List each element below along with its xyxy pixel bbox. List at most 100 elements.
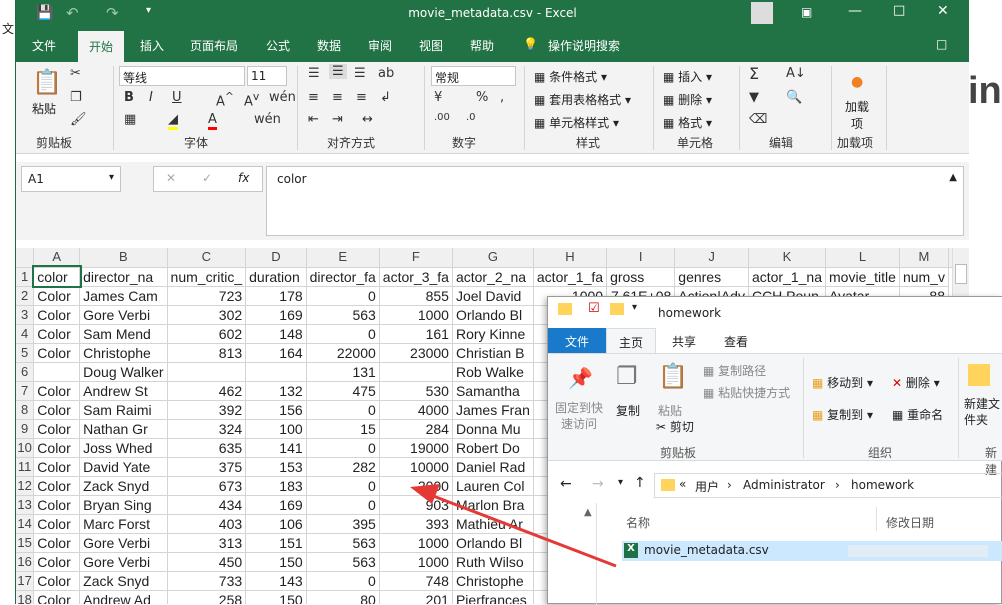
up-icon[interactable]: ↑ bbox=[634, 475, 646, 491]
cell[interactable]: Color bbox=[33, 571, 81, 591]
cell[interactable]: 602 bbox=[167, 324, 247, 344]
row-header[interactable]: 3 bbox=[16, 305, 35, 325]
cell[interactable]: Rory Kinne bbox=[452, 324, 534, 344]
column-header[interactable]: I bbox=[606, 248, 676, 268]
sort-filter-icon[interactable]: A↓ bbox=[786, 66, 806, 81]
cell[interactable]: Daniel Rad bbox=[452, 457, 534, 477]
cell[interactable]: Orlando Bl bbox=[452, 305, 534, 325]
tab-file[interactable]: 文件 bbox=[32, 37, 56, 54]
properties-icon[interactable]: ☑ bbox=[588, 301, 600, 316]
cell[interactable]: 19000 bbox=[379, 438, 453, 458]
cell[interactable]: 201 bbox=[379, 590, 453, 604]
cell[interactable]: 393 bbox=[379, 514, 453, 534]
table-format-button[interactable]: ▦ 套用表格格式 ▾ bbox=[534, 91, 631, 108]
font-color-icon[interactable]: A bbox=[208, 112, 217, 130]
name-box[interactable]: A1 ▾ bbox=[21, 166, 121, 192]
fill-icon[interactable]: ▼ bbox=[749, 90, 759, 105]
cell[interactable]: 151 bbox=[245, 533, 307, 553]
cell[interactable]: genres bbox=[674, 267, 749, 287]
delete-button[interactable]: ✕ 删除 ▾ bbox=[892, 374, 940, 391]
enter-icon[interactable]: ✓ bbox=[202, 171, 212, 185]
breadcrumb-homework[interactable]: homework bbox=[851, 478, 914, 492]
cell[interactable]: Color bbox=[33, 400, 81, 420]
cell[interactable]: 0 bbox=[306, 438, 380, 458]
cell[interactable]: 0 bbox=[306, 571, 380, 591]
cell[interactable]: Pierfrances bbox=[452, 590, 534, 604]
row-header[interactable]: 1 bbox=[16, 267, 35, 287]
phonetic-icon[interactable]: wén bbox=[269, 90, 296, 105]
cell[interactable]: 150 bbox=[245, 552, 307, 572]
cell[interactable]: 153 bbox=[245, 457, 307, 477]
cell[interactable]: Color bbox=[33, 533, 81, 553]
copy-path-button[interactable]: ▦ 复制路径 bbox=[703, 362, 766, 379]
cell[interactable]: 813 bbox=[167, 343, 247, 363]
cell[interactable]: Christophe bbox=[452, 571, 534, 591]
italic-icon[interactable]: I bbox=[149, 90, 153, 105]
row-header[interactable]: 16 bbox=[16, 552, 35, 572]
new-folder-button[interactable]: 新建文件夹 bbox=[964, 396, 1002, 428]
recent-icon[interactable]: ▾ bbox=[618, 477, 623, 488]
cell[interactable]: Marc Forst bbox=[79, 514, 168, 534]
cell[interactable]: Andrew Ad bbox=[79, 590, 168, 604]
cell[interactable]: Zack Snyd bbox=[79, 571, 168, 591]
fill-color-icon[interactable]: ◢ bbox=[168, 112, 178, 130]
cell[interactable]: 313 bbox=[167, 533, 247, 553]
underline-icon[interactable]: U bbox=[172, 90, 182, 105]
cell[interactable]: 132 bbox=[245, 381, 307, 401]
copy-icon[interactable]: ❐ bbox=[616, 362, 638, 390]
tab-formulas[interactable]: 公式 bbox=[266, 37, 290, 54]
copy-icon[interactable]: ❐ bbox=[70, 90, 82, 105]
format-cells-button[interactable]: ▦ 格式 ▾ bbox=[663, 114, 712, 131]
row-header[interactable]: 4 bbox=[16, 324, 35, 344]
breadcrumb-users[interactable]: 用户 bbox=[695, 478, 719, 495]
cell[interactable]: James Cam bbox=[79, 286, 168, 306]
cell[interactable]: Robert Do bbox=[452, 438, 534, 458]
cell[interactable]: 156 bbox=[245, 400, 307, 420]
copy-button[interactable]: 复制 bbox=[616, 402, 640, 419]
cell[interactable]: 395 bbox=[306, 514, 380, 534]
increase-font-icon[interactable]: A^ bbox=[216, 90, 234, 109]
cell-style-button[interactable]: ▦ 单元格样式 ▾ bbox=[534, 114, 619, 131]
maximize-icon[interactable]: □ bbox=[893, 3, 905, 18]
row-header[interactable]: 10 bbox=[16, 438, 35, 458]
cell[interactable]: 22000 bbox=[306, 343, 380, 363]
percent-icon[interactable]: % bbox=[476, 90, 488, 105]
row-header[interactable]: 13 bbox=[16, 495, 35, 515]
decrease-font-icon[interactable]: Av bbox=[244, 90, 259, 109]
file-name[interactable]: movie_metadata.csv bbox=[644, 543, 769, 557]
cell[interactable]: color bbox=[31, 265, 82, 288]
cell[interactable]: Color bbox=[33, 286, 81, 306]
account-avatar[interactable] bbox=[751, 2, 773, 24]
cell[interactable]: 106 bbox=[245, 514, 307, 534]
breadcrumb-administrator[interactable]: Administrator bbox=[743, 478, 825, 492]
new-folder-icon[interactable] bbox=[968, 364, 990, 386]
move-to-button[interactable]: ▦ 移动到 ▾ bbox=[812, 374, 873, 391]
align-left-icon[interactable]: ≡ bbox=[308, 90, 319, 105]
cell[interactable]: 282 bbox=[306, 457, 380, 477]
cut-button[interactable]: ✂ 剪切 bbox=[656, 418, 694, 435]
tab-view[interactable]: 查看 bbox=[724, 333, 748, 350]
find-icon[interactable]: 🔍 bbox=[786, 90, 802, 105]
font-name-select[interactable]: 等线 bbox=[119, 66, 245, 86]
cell[interactable]: Doug Walker bbox=[79, 362, 168, 382]
cell[interactable]: Gore Verbi bbox=[79, 552, 168, 572]
cell[interactable]: 733 bbox=[167, 571, 247, 591]
increase-indent-icon[interactable]: ⇥ bbox=[332, 112, 343, 127]
wen-icon[interactable]: wén bbox=[254, 112, 281, 127]
column-header[interactable]: H bbox=[533, 248, 608, 268]
row-header[interactable]: 2 bbox=[16, 286, 35, 306]
cell[interactable]: movie_title bbox=[825, 267, 900, 287]
cell[interactable]: 2000 bbox=[379, 476, 453, 496]
column-header[interactable]: M bbox=[899, 248, 950, 268]
cell[interactable]: Christian B bbox=[452, 343, 534, 363]
cell[interactable]: Color bbox=[33, 457, 81, 477]
cell[interactable]: director_na bbox=[79, 267, 168, 287]
column-header[interactable]: G bbox=[452, 248, 534, 268]
orientation-icon[interactable]: ab bbox=[378, 66, 394, 81]
cell[interactable]: 23000 bbox=[379, 343, 453, 363]
align-middle-icon[interactable]: ☰ bbox=[329, 64, 347, 79]
cell[interactable]: 723 bbox=[167, 286, 247, 306]
addin-icon[interactable]: ● bbox=[851, 74, 863, 90]
cell[interactable]: 0 bbox=[306, 286, 380, 306]
cell[interactable]: Color bbox=[33, 305, 81, 325]
